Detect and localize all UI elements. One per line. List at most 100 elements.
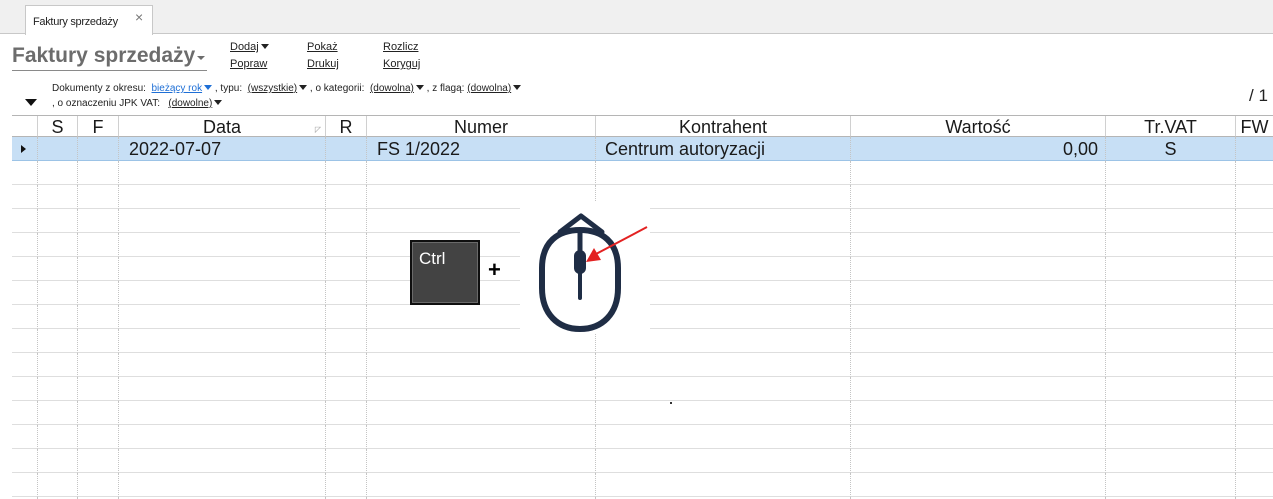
cell-data[interactable] [119,329,326,353]
cell-f[interactable] [78,329,119,353]
cell-r[interactable] [326,161,367,185]
empty-row[interactable] [12,425,1273,449]
add-button[interactable]: Dodaj [230,41,269,53]
cell-numer[interactable] [367,449,596,473]
cell-kontrahent[interactable] [596,401,851,425]
cell-wartosc[interactable]: 0,00 [851,137,1106,161]
cell-f[interactable] [78,473,119,497]
cell-fw[interactable] [1236,137,1273,161]
empty-row[interactable] [12,473,1273,497]
cell-s[interactable] [38,209,78,233]
cell-kontrahent[interactable] [596,377,851,401]
cell-data[interactable] [119,305,326,329]
empty-row[interactable] [12,401,1273,425]
cell-wartosc[interactable] [851,473,1106,497]
cell-data[interactable] [119,377,326,401]
cell-fw[interactable] [1236,401,1273,425]
cell-data[interactable] [119,401,326,425]
cell-r[interactable] [326,185,367,209]
print-button[interactable]: Drukuj [307,58,339,70]
empty-row[interactable] [12,377,1273,401]
cell-f[interactable] [78,305,119,329]
cell-trvat[interactable] [1106,449,1236,473]
cell-s[interactable] [38,137,78,161]
cell-f[interactable] [78,185,119,209]
cell-r[interactable] [326,473,367,497]
cell-wartosc[interactable] [851,377,1106,401]
cell-fw[interactable] [1236,185,1273,209]
cell-data[interactable] [119,161,326,185]
edit-button[interactable]: Popraw [230,58,267,70]
cell-numer[interactable] [367,425,596,449]
cell-r[interactable] [326,137,367,161]
cell-trvat[interactable] [1106,329,1236,353]
cell-data[interactable] [119,209,326,233]
cell-f[interactable] [78,161,119,185]
cell-r[interactable] [326,425,367,449]
cell-s[interactable] [38,353,78,377]
cell-s[interactable] [38,305,78,329]
cell-wartosc[interactable] [851,449,1106,473]
column-header-s[interactable]: S [38,116,78,137]
cell-wartosc[interactable] [851,185,1106,209]
cell-data[interactable]: 2022-07-07 [119,137,326,161]
cell-trvat[interactable] [1106,281,1236,305]
cell-fw[interactable] [1236,329,1273,353]
cell-data[interactable] [119,233,326,257]
collapse-filters-icon[interactable] [25,99,37,106]
cell-wartosc[interactable] [851,209,1106,233]
cell-f[interactable] [78,257,119,281]
cell-data[interactable] [119,257,326,281]
cell-fw[interactable] [1236,281,1273,305]
cell-wartosc[interactable] [851,353,1106,377]
cell-f[interactable] [78,401,119,425]
cell-s[interactable] [38,425,78,449]
cell-wartosc[interactable] [851,401,1106,425]
cell-r[interactable] [326,233,367,257]
cell-s[interactable] [38,401,78,425]
cell-f[interactable] [78,449,119,473]
cell-s[interactable] [38,281,78,305]
cell-trvat[interactable] [1106,233,1236,257]
cell-trvat[interactable] [1106,353,1236,377]
cell-f[interactable] [78,353,119,377]
jpk-filter-dropdown[interactable]: (dowolne) [168,98,223,109]
cell-f[interactable] [78,137,119,161]
cell-r[interactable] [326,377,367,401]
cell-kontrahent[interactable] [596,473,851,497]
cell-data[interactable] [119,425,326,449]
column-header-data[interactable]: Data ◸ [119,116,326,137]
cell-numer[interactable] [367,473,596,497]
cell-trvat[interactable] [1106,473,1236,497]
column-header-kontrahent[interactable]: Kontrahent [596,116,851,137]
cell-r[interactable] [326,449,367,473]
cell-data[interactable] [119,449,326,473]
category-filter-dropdown[interactable]: (dowolna) [370,83,424,94]
cell-wartosc[interactable] [851,281,1106,305]
cell-trvat[interactable] [1106,161,1236,185]
cell-wartosc[interactable] [851,257,1106,281]
cell-trvat[interactable] [1106,425,1236,449]
cell-numer[interactable] [367,353,596,377]
column-header-trvat[interactable]: Tr.VAT [1106,116,1236,137]
cell-data[interactable] [119,473,326,497]
cell-f[interactable] [78,377,119,401]
cell-kontrahent[interactable] [596,161,851,185]
cell-s[interactable] [38,161,78,185]
cell-wartosc[interactable] [851,425,1106,449]
page-title[interactable]: Faktury sprzedaży [12,44,195,68]
cell-wartosc[interactable] [851,233,1106,257]
column-header-wartosc[interactable]: Wartość [851,116,1106,137]
cell-s[interactable] [38,185,78,209]
cell-f[interactable] [78,281,119,305]
cell-kontrahent[interactable] [596,425,851,449]
cell-f[interactable] [78,209,119,233]
settle-button[interactable]: Rozlicz [383,41,418,53]
cell-r[interactable] [326,305,367,329]
cell-wartosc[interactable] [851,161,1106,185]
cell-trvat[interactable] [1106,305,1236,329]
cell-s[interactable] [38,449,78,473]
cell-wartosc[interactable] [851,329,1106,353]
cell-kontrahent[interactable] [596,449,851,473]
cell-numer[interactable] [367,401,596,425]
